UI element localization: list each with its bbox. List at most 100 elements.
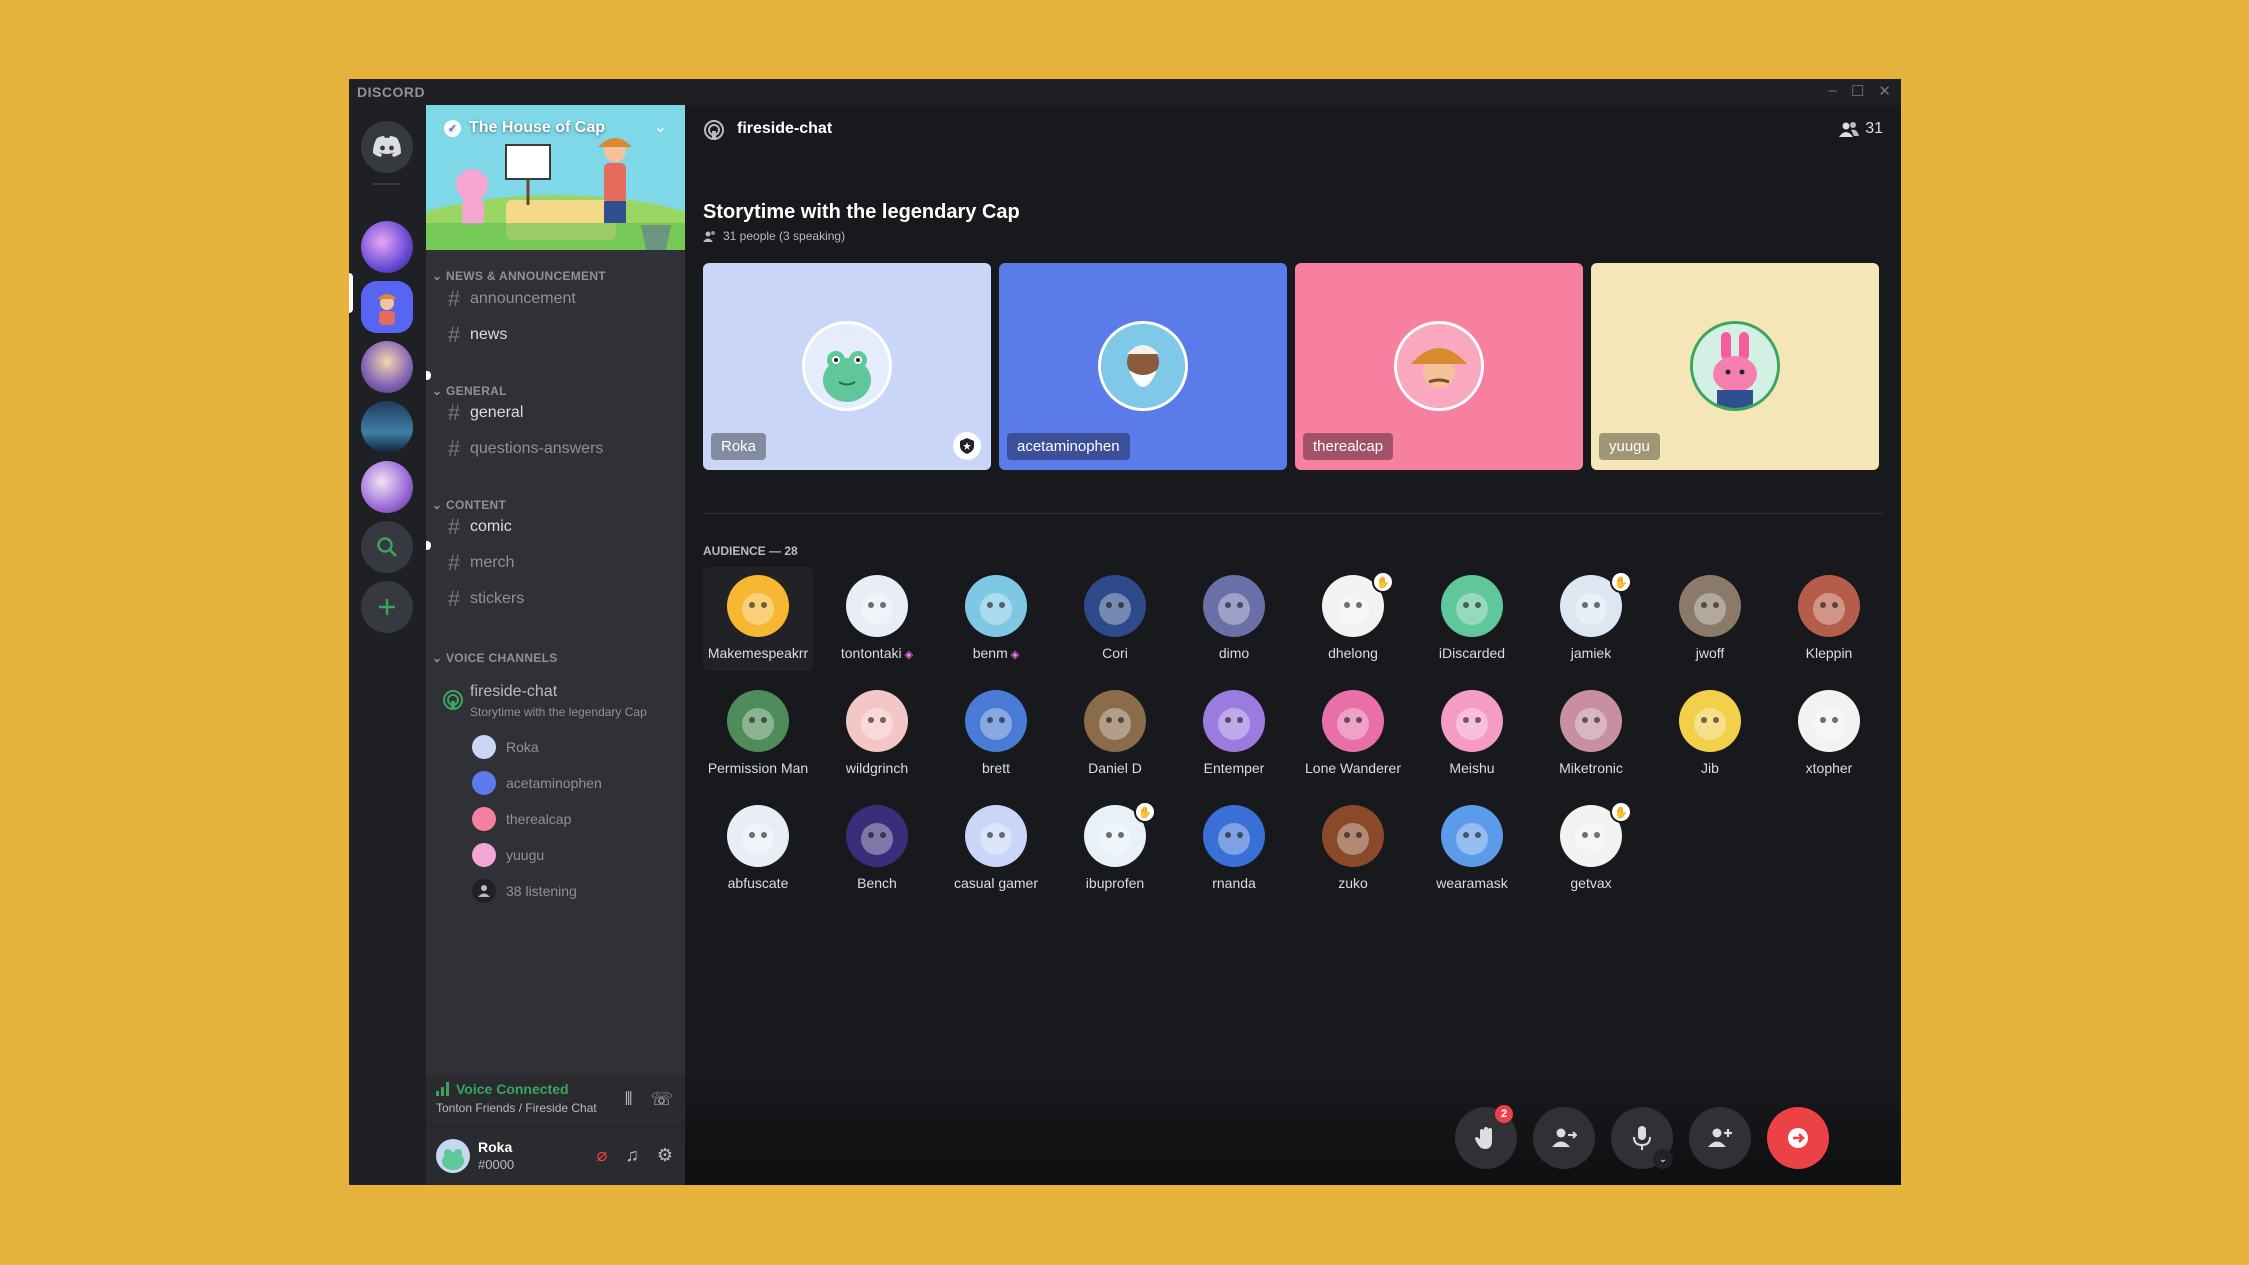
user-arrow-icon — [1552, 1128, 1577, 1147]
audience-member[interactable]: brett — [941, 682, 1051, 786]
server-icon-4[interactable] — [361, 401, 413, 453]
add-server-button[interactable] — [361, 581, 413, 633]
audience-member[interactable]: ✋ ibuprofen — [1060, 797, 1170, 901]
server-name-text: The House of Cap — [469, 119, 606, 136]
audience-member[interactable]: ✋ dhelong — [1298, 567, 1408, 671]
voice-user-yuugu[interactable]: yuugu — [472, 839, 544, 871]
audience-member[interactable]: abfuscate — [703, 797, 813, 901]
audience-member[interactable]: benm ◈ — [941, 567, 1051, 671]
voice-user-roka[interactable]: Roka — [472, 731, 539, 763]
server-icon-5[interactable] — [361, 461, 413, 513]
avatar — [846, 805, 908, 867]
section-divider — [703, 513, 1883, 514]
voice-channel-fireside-chat[interactable]: fireside-chat Storytime with the legenda… — [438, 681, 676, 725]
voice-user-therealcap[interactable]: therealcap — [472, 803, 571, 835]
category-content[interactable]: ⌄ CONTENT — [432, 498, 506, 512]
channel-news[interactable]: # news — [438, 319, 676, 351]
avatar[interactable] — [436, 1139, 470, 1173]
audience-name: Meishu — [1449, 760, 1495, 776]
audience-member[interactable]: Miketronic — [1536, 682, 1646, 786]
audience-member[interactable]: tontontaki ◈ — [822, 567, 932, 671]
audience-member[interactable]: ✋ jamiek — [1536, 567, 1646, 671]
audience-name: Daniel D — [1088, 760, 1142, 776]
audience-member[interactable]: ✋ getvax — [1536, 797, 1646, 901]
avatar — [1098, 321, 1188, 411]
audience-member[interactable]: iDiscarded — [1417, 567, 1527, 671]
audience-member[interactable]: Makemespeakrr — [703, 567, 813, 671]
speaker-tile-roka[interactable]: Roka — [703, 263, 991, 470]
channel-announcement[interactable]: # announcement — [438, 283, 676, 315]
voice-user-acetaminophen[interactable]: acetaminophen — [472, 767, 602, 799]
audience-member[interactable]: Lone Wanderer — [1298, 682, 1408, 786]
hand-raised-icon: ✋ — [1372, 571, 1394, 593]
headphones-icon[interactable]: ♫ — [625, 1145, 639, 1166]
member-count-button[interactable]: 31 — [1839, 120, 1883, 138]
server-icon-1[interactable] — [361, 221, 413, 273]
category-voice[interactable]: ⌄ VOICE CHANNELS — [432, 651, 558, 665]
audience-member[interactable]: Kleppin — [1774, 567, 1884, 671]
audience-member[interactable]: wearamask — [1417, 797, 1527, 901]
close-button[interactable]: ✕ — [1878, 82, 1891, 100]
server-icon-house-of-cap[interactable] — [361, 281, 413, 333]
gear-icon[interactable]: ⚙ — [657, 1145, 673, 1166]
category-news[interactable]: ⌄ NEWS & ANNOUNCEMENT — [432, 269, 606, 283]
disconnect-icon[interactable]: ☏ — [650, 1089, 673, 1110]
explore-servers-button[interactable] — [361, 521, 413, 573]
audience-member[interactable]: Permission Man — [703, 682, 813, 786]
channel-general[interactable]: # general — [438, 397, 676, 429]
noise-suppression-icon[interactable]: ⦀ — [625, 1089, 633, 1110]
avatar — [1322, 805, 1384, 867]
invite-friends-button[interactable] — [1689, 1107, 1751, 1169]
audience-name: Lone Wanderer — [1305, 760, 1401, 776]
audience-member[interactable]: Cori — [1060, 567, 1170, 671]
avatar — [1203, 805, 1265, 867]
audience-name: benm ◈ — [972, 645, 1020, 661]
channel-merch[interactable]: # merch — [438, 547, 676, 579]
audience-member[interactable]: Meishu — [1417, 682, 1527, 786]
minimize-button[interactable]: – — [1829, 82, 1837, 100]
audience-member[interactable]: dimo — [1179, 567, 1289, 671]
avatar — [1798, 690, 1860, 752]
audience-member[interactable]: jwoff — [1655, 567, 1765, 671]
speaker-tile-therealcap[interactable]: therealcap — [1295, 263, 1583, 470]
audience-member[interactable]: Jib — [1655, 682, 1765, 786]
home-button[interactable] — [361, 121, 413, 173]
hashtag-icon: # — [447, 436, 461, 461]
muted-microphone-icon[interactable]: ⌀ — [597, 1145, 608, 1166]
category-general[interactable]: ⌄ GENERAL — [432, 384, 507, 398]
raise-hand-button[interactable]: 2 — [1455, 1105, 1517, 1169]
voice-connected-status[interactable]: Voice Connected — [436, 1081, 569, 1097]
chevron-down-icon[interactable]: ⌄ — [1653, 1149, 1673, 1169]
speaker-tile-acetaminophen[interactable]: acetaminophen — [999, 263, 1287, 470]
leave-stage-button[interactable] — [1767, 1107, 1829, 1169]
server-name[interactable]: ✓ The House of Cap — [444, 119, 605, 137]
invite-to-speak-button[interactable] — [1533, 1107, 1595, 1169]
audience-member[interactable]: casual gamer — [941, 797, 1051, 901]
channel-stickers[interactable]: # stickers — [438, 583, 676, 615]
hand-icon — [1475, 1127, 1492, 1149]
chevron-down-icon[interactable]: ⌄ — [654, 117, 667, 137]
audience-name: tontontaki ◈ — [840, 645, 914, 661]
maximize-button[interactable]: ☐ — [1851, 82, 1864, 100]
microphone-button[interactable]: ⌄ — [1611, 1107, 1673, 1169]
audience-member[interactable]: Entemper — [1179, 682, 1289, 786]
avatar — [727, 575, 789, 637]
avatar — [472, 843, 496, 867]
server-rail — [349, 105, 426, 1185]
channel-comic[interactable]: # comic — [438, 511, 676, 543]
server-icon-3[interactable] — [361, 341, 413, 393]
avatar — [727, 805, 789, 867]
audience-member[interactable]: xtopher — [1774, 682, 1884, 786]
audience-member[interactable]: zuko — [1298, 797, 1408, 901]
audience-member[interactable]: rnanda — [1179, 797, 1289, 901]
avatar — [1798, 575, 1860, 637]
audience-member[interactable]: wildgrinch — [822, 682, 932, 786]
speaker-tile-yuugu[interactable]: yuugu — [1591, 263, 1879, 470]
audience-member[interactable]: Daniel D — [1060, 682, 1170, 786]
audience-member[interactable]: Bench — [822, 797, 932, 901]
listening-count[interactable]: 38 listening — [472, 875, 577, 907]
audience-name: abfuscate — [727, 875, 789, 891]
channel-questions-answers[interactable]: # questions-answers — [438, 433, 676, 465]
avatar — [1679, 690, 1741, 752]
server-banner[interactable]: ✓ The House of Cap ⌄ — [426, 105, 685, 250]
